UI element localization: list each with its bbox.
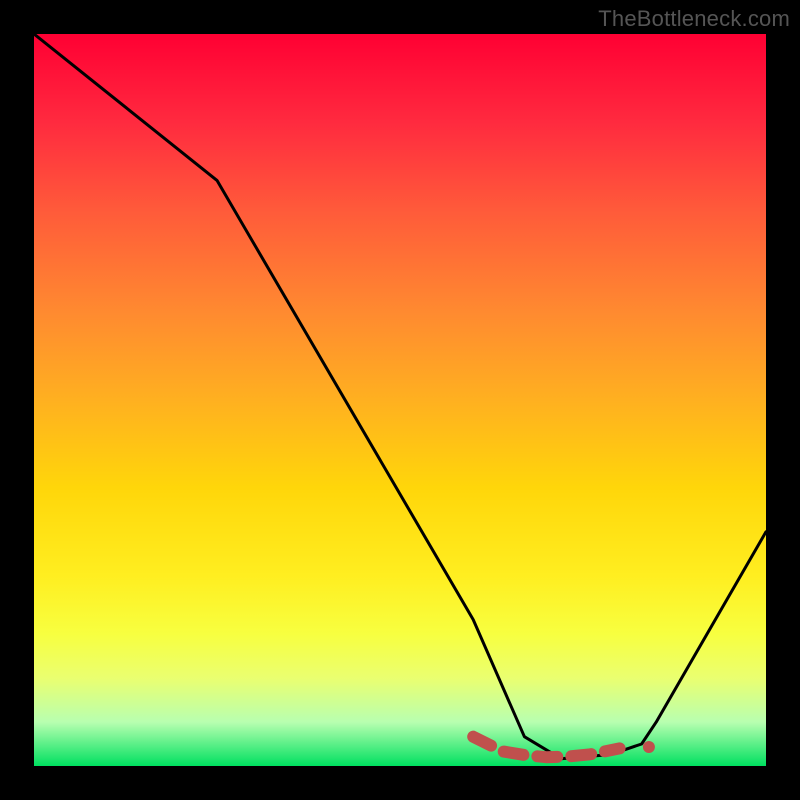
highlight-dot bbox=[643, 741, 655, 753]
watermark-text: TheBottleneck.com bbox=[598, 6, 790, 32]
chart-svg bbox=[34, 34, 766, 766]
chart-frame bbox=[34, 34, 766, 766]
curve-path bbox=[34, 34, 766, 759]
